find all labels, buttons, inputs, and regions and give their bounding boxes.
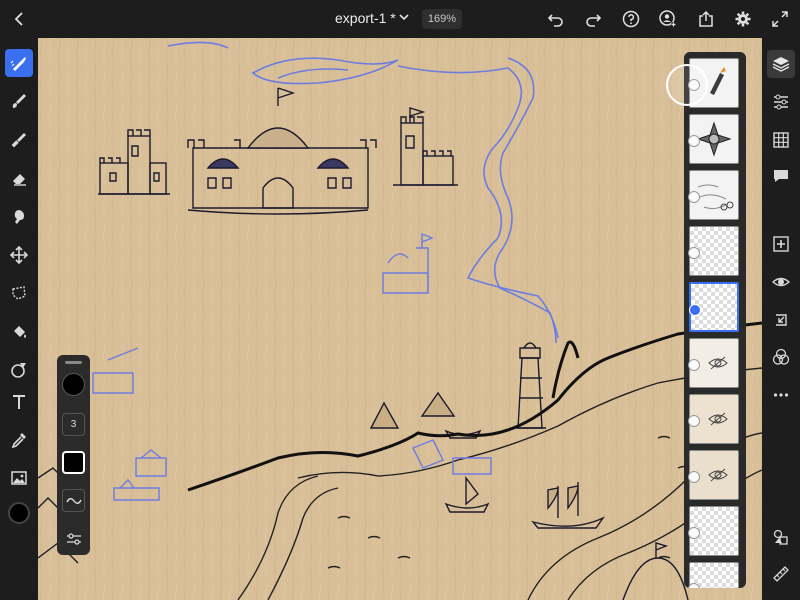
hidden-eye-icon: [708, 356, 728, 370]
smudge-icon[interactable]: [5, 203, 33, 231]
fullscreen-icon[interactable]: [768, 7, 792, 31]
blend-icon[interactable]: [767, 343, 795, 371]
selection-loupe: [666, 64, 708, 106]
layer-drag-handle[interactable]: [688, 415, 700, 427]
eraser-icon[interactable]: [5, 164, 33, 192]
brush-settings-icon[interactable]: [62, 527, 85, 550]
settings-icon[interactable]: [731, 7, 755, 31]
ruler-icon[interactable]: [767, 560, 795, 588]
brush-size-field[interactable]: 3: [62, 413, 85, 436]
layer-drag-handle[interactable]: [688, 247, 700, 259]
document-title[interactable]: export-1 *: [335, 10, 396, 26]
import-icon[interactable]: [767, 306, 795, 334]
redo-icon[interactable]: [581, 7, 605, 31]
lasso-select-icon[interactable]: [5, 279, 33, 307]
layer-thumbnail[interactable]: [688, 506, 739, 556]
layer-thumbnail[interactable]: [688, 170, 739, 220]
text-icon[interactable]: [5, 388, 33, 416]
eyedropper-icon[interactable]: [5, 426, 33, 454]
layer-drag-handle[interactable]: [688, 359, 700, 371]
right-toolbar: [762, 38, 800, 600]
properties-icon[interactable]: [767, 88, 795, 116]
place-image-icon[interactable]: [5, 464, 33, 492]
hidden-eye-icon: [708, 468, 728, 482]
layer-thumbnail-hidden[interactable]: [688, 450, 739, 500]
layer-thumbnail-selected[interactable]: [689, 282, 739, 332]
layer-drag-handle[interactable]: [688, 583, 700, 588]
layer-drag-handle[interactable]: [688, 527, 700, 539]
layer-thumbnail-hidden[interactable]: [688, 338, 739, 388]
layer-thumbnail[interactable]: [688, 226, 739, 276]
share-user-icon[interactable]: [656, 7, 680, 31]
layer-drag-handle[interactable]: [689, 304, 701, 316]
current-color-swatch[interactable]: [8, 502, 30, 524]
visibility-icon[interactable]: [767, 268, 795, 296]
move-icon[interactable]: [5, 241, 33, 269]
brush-flow-icon[interactable]: [62, 489, 85, 512]
grid-icon[interactable]: [767, 126, 795, 154]
add-layer-icon[interactable]: [767, 230, 795, 258]
layer-drag-handle[interactable]: [688, 135, 700, 147]
masks-icon[interactable]: [767, 523, 795, 551]
fresco-app: export-1 * 169% 3: [0, 0, 800, 600]
back-icon[interactable]: [8, 7, 32, 31]
brush-preview-dot[interactable]: [62, 373, 85, 396]
pixel-brush-icon[interactable]: [5, 49, 33, 77]
layer-thumbnail[interactable]: [688, 114, 739, 164]
layer-thumbnail-hidden[interactable]: [688, 394, 739, 444]
layer-drag-handle[interactable]: [688, 191, 700, 203]
drawing-canvas[interactable]: [38, 38, 762, 600]
zoom-level[interactable]: 169%: [422, 9, 462, 29]
chevron-down-icon[interactable]: [398, 11, 410, 25]
comments-icon[interactable]: [767, 162, 795, 190]
brush-settings-panel: 3: [57, 355, 90, 555]
map-artwork: [38, 38, 762, 600]
paint-brush-icon[interactable]: [5, 87, 33, 115]
export-icon[interactable]: [694, 7, 718, 31]
help-icon[interactable]: [619, 7, 643, 31]
left-toolbar: [0, 38, 38, 600]
layers-icon[interactable]: [767, 50, 795, 78]
brush-color-swatch[interactable]: [62, 451, 85, 474]
top-bar: export-1 * 169%: [0, 0, 800, 38]
layer-thumbnail[interactable]: [688, 562, 739, 588]
panel-drag-handle[interactable]: [65, 361, 82, 364]
hidden-eye-icon: [708, 412, 728, 426]
undo-icon[interactable]: [544, 7, 568, 31]
layer-drag-handle[interactable]: [688, 471, 700, 483]
more-icon[interactable]: [767, 381, 795, 409]
shape-icon[interactable]: [5, 356, 33, 384]
vector-brush-icon[interactable]: [5, 126, 33, 154]
fill-icon[interactable]: [5, 318, 33, 346]
layers-panel: [684, 52, 746, 588]
